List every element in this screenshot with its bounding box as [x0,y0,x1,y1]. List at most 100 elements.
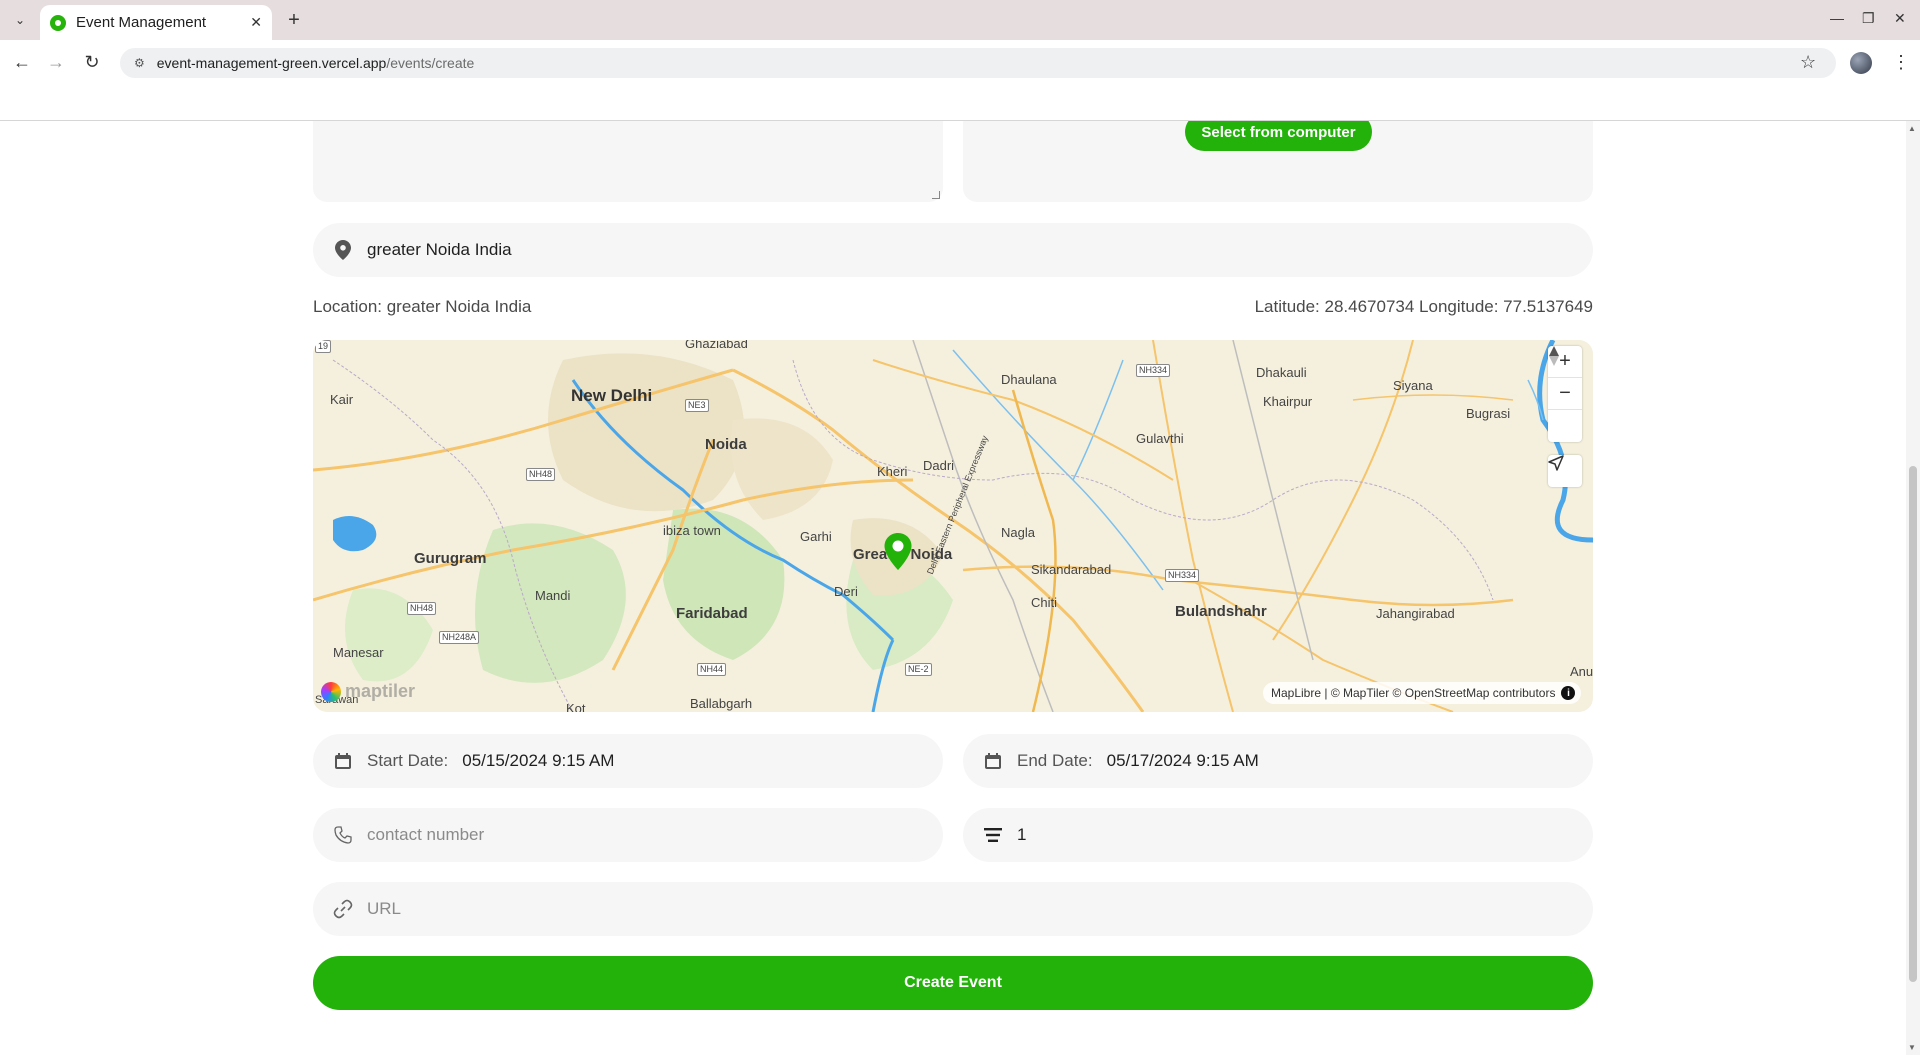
page-viewport: Select from computer Location: greater N… [0,121,1906,1055]
road-shield: NH334 [1136,364,1171,377]
description-textarea[interactable] [313,121,943,202]
link-icon [333,899,353,919]
map-label: Kot [566,701,586,712]
map-label: Khairpur [1263,394,1313,409]
tab-search-chevron-icon[interactable]: ⌄ [8,8,32,32]
minimize-icon[interactable]: — [1830,10,1844,26]
map-label: Nagla [1001,525,1035,540]
favicon-icon [50,14,66,31]
profile-avatar[interactable] [1850,52,1872,74]
map-label: Deri [834,584,858,599]
map-label: Bugrasi [1466,406,1511,421]
geolocate-control [1548,455,1582,487]
end-date-label: End Date: [1017,751,1093,770]
address-bar[interactable]: ⚙ event-management-green.vercel.app/even… [120,48,1836,78]
scroll-down-icon[interactable]: ▼ [1908,1043,1916,1052]
url-input[interactable] [367,899,1391,919]
site-info-icon[interactable]: ⚙ [134,56,145,70]
capacity-field[interactable] [963,808,1593,862]
map-label: New Delhi [571,386,653,405]
map-label: Faridabad [676,605,748,622]
road-shield: NH334 [1165,569,1200,582]
browser-tabstrip: ⌄ Event Management ✕ + — ❐ ✕ [0,0,1920,40]
browser-tab[interactable]: Event Management ✕ [40,5,272,40]
road-shield: NH248A [439,631,480,644]
select-from-computer-button[interactable]: Select from computer [1185,121,1372,151]
resize-handle-icon[interactable] [932,191,940,199]
capacity-input[interactable] [1017,825,1521,845]
start-date-field[interactable]: Start Date: 05/15/2024 9:15 AM [313,734,943,788]
url-host: event-management-green.vercel.app [156,55,387,71]
map-label: Dhaulana [1001,372,1057,387]
map-label: Kheri [877,464,908,479]
road-shield: NH44 [697,663,727,676]
reload-icon[interactable]: ↻ [80,50,104,74]
page-scrollbar[interactable]: ▲ ▼ [1906,121,1920,1055]
map-label: Mandi [535,588,571,603]
tab-close-icon[interactable]: ✕ [250,14,262,31]
map-label: Dhakauli [1256,365,1307,380]
zoom-out-icon[interactable]: − [1548,378,1582,410]
map-label: Dadri [923,458,955,473]
calendar-icon [333,751,353,771]
restore-icon[interactable]: ❐ [1862,10,1875,27]
scroll-up-icon[interactable]: ▲ [1908,124,1916,133]
map-label: Noida [705,436,747,453]
location-marker-icon[interactable] [883,532,913,572]
location-input[interactable] [367,240,1391,260]
map-label: Garhi [800,529,832,544]
info-icon[interactable]: i [1561,686,1576,700]
image-upload-area[interactable]: Select from computer [963,121,1593,202]
road-shield: NE3 [685,399,709,412]
end-date-value[interactable]: 05/17/2024 9:15 AM [1107,751,1259,771]
new-tab-icon[interactable]: + [282,8,306,32]
map-label: Kair [330,392,354,407]
map-label: Ballabgarh [690,696,753,711]
maptiler-brand: maptiler [345,681,416,701]
url-field[interactable] [313,882,1593,936]
geolocate-icon[interactable] [1548,455,1582,487]
location-map[interactable]: Ghaziabad New Delhi Noida Dhaulana Dhaka… [313,340,1593,712]
road-shield: NH48 [526,468,556,481]
map-label: Chiti [1031,595,1058,610]
compass-icon[interactable] [1548,346,1582,442]
end-date-field[interactable]: End Date: 05/17/2024 9:15 AM [963,734,1593,788]
scrollbar-thumb[interactable] [1909,466,1917,982]
attribution-text: MapLibre | © MapTiler © OpenStreetMap co… [1271,686,1556,700]
back-icon[interactable]: ← [10,50,34,74]
maptiler-logo-icon [321,681,341,702]
coordinates-label: Latitude: 28.4670734 Longitude: 77.51376… [1254,297,1593,316]
map-label: Gulavthi [1136,431,1184,446]
create-event-button[interactable]: Create Event [313,956,1593,1010]
tab-title: Event Management [76,14,207,31]
zoom-controls: + − [1548,346,1582,442]
list-icon [983,825,1003,845]
map-label: Siyana [1393,378,1433,393]
map-label: Gurugram [414,550,487,567]
phone-icon [333,825,353,845]
forward-icon[interactable]: → [44,50,68,74]
map-label: Manesar [333,645,384,660]
road-shield: 19 [315,340,332,353]
browser-menu-icon[interactable]: ⋮ [1892,52,1910,73]
map-label: Jahangirabad [1376,606,1455,621]
map-pin-icon [333,240,353,260]
maptiler-logo[interactable]: maptiler [321,681,415,702]
bookmark-star-icon[interactable]: ☆ [1800,52,1816,73]
map-label: Sikandarabad [1031,562,1112,577]
map-label: Bulandshahr [1175,603,1267,620]
contact-number-input[interactable] [367,825,871,845]
window-close-icon[interactable]: ✕ [1894,10,1906,27]
url-path: /events/create [386,55,475,71]
calendar-icon [983,751,1003,771]
road-shield: NE-2 [905,663,932,676]
road-shield: NH48 [407,602,437,615]
location-label: Location: greater Noida India [313,297,532,316]
start-date-label: Start Date: [367,751,449,770]
contact-number-field[interactable] [313,808,943,862]
map-attribution[interactable]: MapLibre | © MapTiler © OpenStreetMap co… [1263,682,1582,704]
map-label: Anu [1570,664,1593,679]
map-label: ibiza town [663,523,721,538]
location-search-field[interactable] [313,223,1593,277]
start-date-value[interactable]: 05/15/2024 9:15 AM [462,751,614,771]
